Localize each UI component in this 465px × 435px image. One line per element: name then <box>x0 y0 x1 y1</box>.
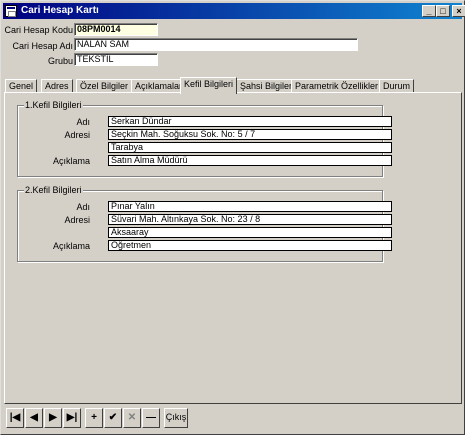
tab-personal-info[interactable]: Şahsi Bilgiler <box>236 79 297 93</box>
record-navigator: |◀ ◀ ▶ ▶| + ✔ ✕ — Çıkış <box>6 408 190 428</box>
title-bar[interactable]: Cari Hesap Kartı _ □ × <box>3 3 465 19</box>
guarantor-1-name-field[interactable]: Serkan Dündar <box>108 116 392 127</box>
guarantor-1-note-label: Açıklama <box>52 156 90 166</box>
form-icon <box>5 5 17 17</box>
guarantor-1-group: 1.Kefil Bilgileri Adı Serkan Dündar Adre… <box>17 100 392 177</box>
tab-notes[interactable]: Açıklamalar <box>131 79 187 93</box>
tab-strip: Genel Adres Özel Bilgiler Açıklamalar Ke… <box>5 77 460 94</box>
guarantor-2-note-label: Açıklama <box>52 241 90 251</box>
guarantor-2-legend: 2.Kefil Bilgileri <box>24 185 83 195</box>
last-record-button[interactable]: ▶| <box>63 408 81 428</box>
tab-general[interactable]: Genel <box>5 79 38 93</box>
cancel-edit-button[interactable]: ✕ <box>123 408 141 428</box>
guarantor-2-address-line2-field[interactable]: Aksaaray <box>108 227 392 238</box>
tab-special-info[interactable]: Özel Bilgiler <box>76 79 133 93</box>
close-button[interactable]: × <box>452 5 465 17</box>
exit-button[interactable]: Çıkış <box>164 408 188 428</box>
guarantor-tab-panel: 1.Kefil Bilgileri Adı Serkan Dündar Adre… <box>4 92 462 404</box>
guarantor-1-name-label: Adı <box>76 117 90 127</box>
tab-address[interactable]: Adres <box>41 79 73 93</box>
guarantor-1-address-line1-field[interactable]: Seçkin Mah. Soğuksu Sok. No: 5 / 7 <box>108 129 392 140</box>
insert-record-button[interactable]: + <box>85 408 103 428</box>
main-window: Cari Hesap Kartı _ □ × Cari Hesap Kodu 0… <box>0 0 465 435</box>
guarantor-2-note-field[interactable]: Öğretmen <box>108 240 392 251</box>
guarantor-2-name-field[interactable]: Pınar Yalın <box>108 201 392 212</box>
minimize-button[interactable]: _ <box>422 5 436 17</box>
tab-guarantor-info[interactable]: Kefil Bilgileri <box>180 77 238 94</box>
guarantor-1-note-field[interactable]: Satın Alma Müdürü <box>108 155 392 166</box>
group-field[interactable]: TEKSTİL <box>74 53 158 66</box>
delete-record-button[interactable]: — <box>142 408 160 428</box>
maximize-button[interactable]: □ <box>436 5 450 17</box>
tab-parametric-features[interactable]: Parametrik Özellikler <box>291 79 383 93</box>
account-code-label: Cari Hesap Kodu <box>4 25 73 35</box>
prior-record-button[interactable]: ◀ <box>25 408 43 428</box>
guarantor-1-legend: 1.Kefil Bilgileri <box>24 100 83 110</box>
account-name-label: Cari Hesap Adı <box>12 41 73 51</box>
guarantor-1-address-line2-field[interactable]: Tarabya <box>108 142 392 153</box>
guarantor-1-address-label: Adresi <box>64 130 90 140</box>
account-name-field[interactable]: NALAN SAM <box>74 38 358 51</box>
tab-status[interactable]: Durum <box>379 79 415 93</box>
guarantor-2-address-label: Adresi <box>64 215 90 225</box>
guarantor-2-name-label: Adı <box>76 202 90 212</box>
guarantor-2-group: 2.Kefil Bilgileri Adı Pınar Yalın Adresi… <box>17 185 392 262</box>
guarantor-2-address-line1-field[interactable]: Süvari Mah. Altınkaya Sok. No: 23 / 8 <box>108 214 392 225</box>
next-record-button[interactable]: ▶ <box>44 408 62 428</box>
post-record-button[interactable]: ✔ <box>104 408 122 428</box>
first-record-button[interactable]: |◀ <box>6 408 24 428</box>
window-title: Cari Hesap Kartı <box>21 5 99 16</box>
group-label: Grubu <box>47 56 73 66</box>
account-code-field[interactable]: 08PM0014 <box>74 23 158 36</box>
